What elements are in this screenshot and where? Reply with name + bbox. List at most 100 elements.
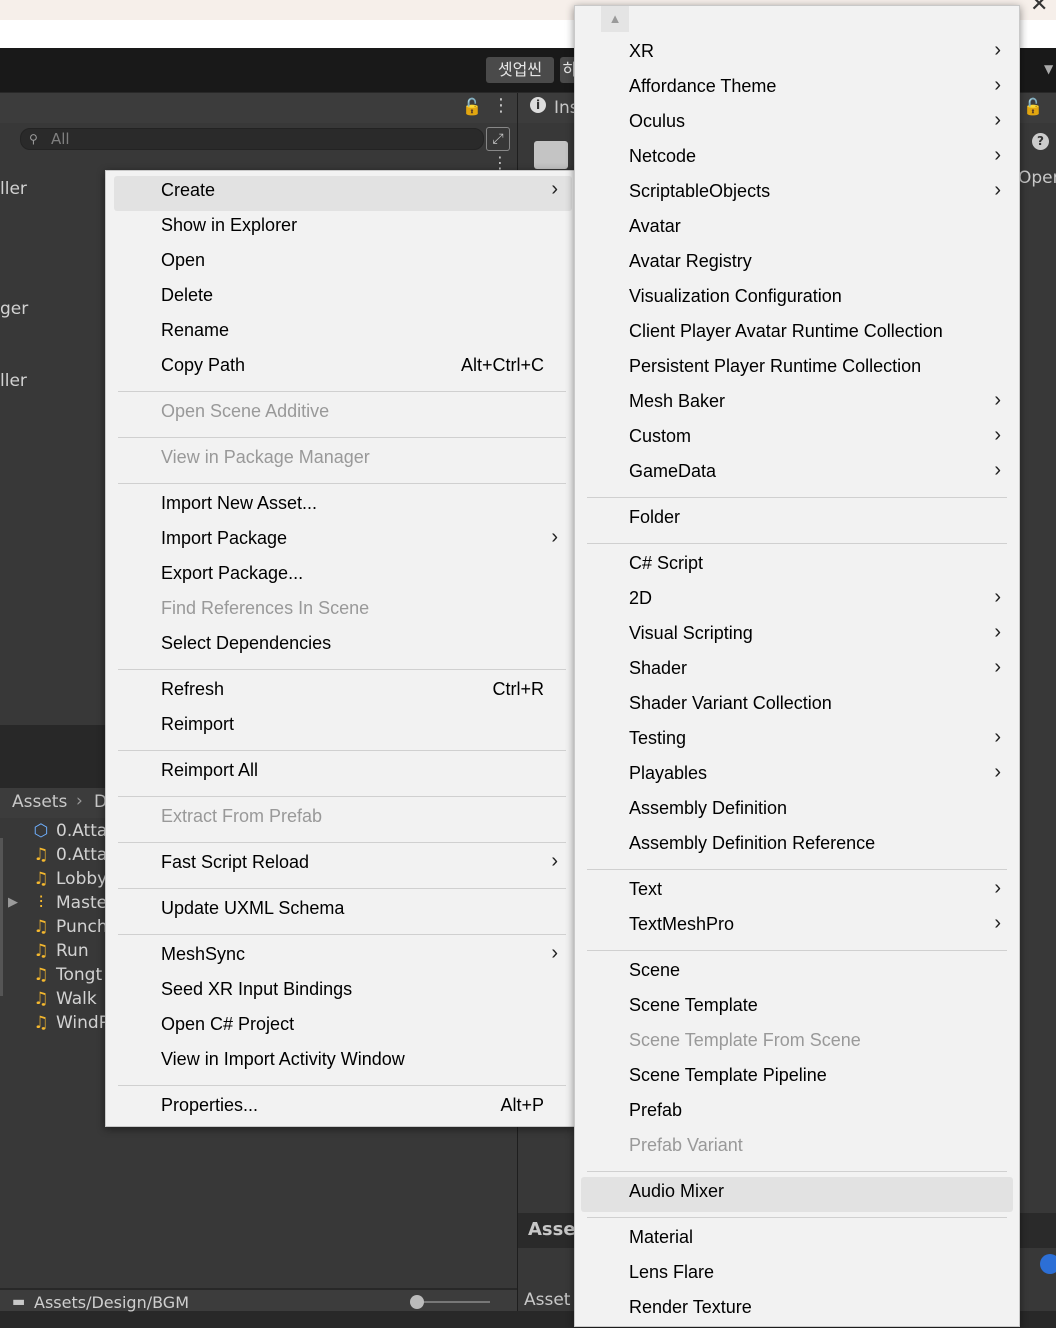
scroll-up-arrow-icon[interactable]: ▲ [601, 6, 629, 32]
menu-item-audio-mixer[interactable]: Audio Mixer [575, 1177, 1019, 1212]
chevron-right-icon: › [551, 850, 558, 872]
menu-item-open[interactable]: Open [106, 246, 574, 281]
hierarchy-item[interactable]: ger [0, 299, 28, 319]
search-input[interactable]: ⚲ All [20, 128, 484, 150]
menu-item-import-new-asset[interactable]: Import New Asset... [106, 489, 574, 524]
menu-item-material[interactable]: Material [575, 1223, 1019, 1258]
asset-item[interactable]: ⬡ 0.Atta [30, 819, 108, 843]
menu-item-folder[interactable]: Folder [575, 503, 1019, 538]
menu-item-c-script[interactable]: C# Script [575, 549, 1019, 584]
menu-item-export-package[interactable]: Export Package... [106, 559, 574, 594]
menu-item-label: Persistent Player Runtime Collection [629, 356, 922, 376]
lock-icon[interactable]: 🔓 [462, 97, 482, 116]
hierarchy-item[interactable]: ller [0, 179, 27, 199]
menu-item-persistent-player-runtime-collection[interactable]: Persistent Player Runtime Collection [575, 352, 1019, 387]
menu-item-scene-template-from-scene[interactable]: Scene Template From Scene [575, 1026, 1019, 1061]
menu-item-label: Copy Path [161, 355, 246, 375]
menu-item-lens-flare[interactable]: Lens Flare [575, 1258, 1019, 1293]
menu-item-scene[interactable]: Scene [575, 956, 1019, 991]
asset-item[interactable]: ♫ WindP [30, 1011, 109, 1035]
menu-item-visual-scripting[interactable]: Visual Scripting › [575, 619, 1019, 654]
toolbar-button-setup-scene[interactable]: 셋업씬 [486, 57, 554, 83]
asset-name: 0.Atta [56, 845, 108, 865]
menu-item-reimport-all[interactable]: Reimport All [106, 756, 574, 791]
menu-item-avatar-registry[interactable]: Avatar Registry [575, 247, 1019, 282]
menu-item-create[interactable]: Create › [106, 176, 574, 211]
asset-item[interactable]: ♫ Punch [30, 915, 107, 939]
menu-item-prefab[interactable]: Prefab [575, 1096, 1019, 1131]
asset-item[interactable]: ♫ Walk [30, 987, 96, 1011]
menu-item-view-in-import-activity-window[interactable]: View in Import Activity Window [106, 1045, 574, 1080]
menu-item-client-player-avatar-runtime-collection[interactable]: Client Player Avatar Runtime Collection [575, 317, 1019, 352]
menu-item-open-c-project[interactable]: Open C# Project [106, 1010, 574, 1045]
expand-arrow-icon[interactable]: ▶ [8, 895, 18, 910]
menu-item-oculus[interactable]: Oculus › [575, 107, 1019, 142]
close-icon[interactable]: ✕ [1030, 0, 1048, 17]
menu-item-label: Avatar [629, 216, 681, 236]
menu-item-mesh-baker[interactable]: Mesh Baker › [575, 387, 1019, 422]
lock-icon[interactable]: 🔓 [1023, 97, 1043, 116]
menu-item-custom[interactable]: Custom › [575, 422, 1019, 457]
menu-item-extract-from-prefab[interactable]: Extract From Prefab [106, 802, 574, 837]
menu-item-testing[interactable]: Testing › [575, 724, 1019, 759]
asset-item[interactable]: ♫ Tongt [30, 963, 102, 987]
menu-item-textmeshpro[interactable]: TextMeshPro › [575, 910, 1019, 945]
menu-item-assembly-definition[interactable]: Assembly Definition [575, 794, 1019, 829]
menu-item-avatar[interactable]: Avatar [575, 212, 1019, 247]
menu-item-shader[interactable]: Shader › [575, 654, 1019, 689]
help-icon[interactable]: ? [1032, 133, 1049, 150]
menu-item-2d[interactable]: 2D › [575, 584, 1019, 619]
menu-item-scene-template[interactable]: Scene Template [575, 991, 1019, 1026]
toolbar-dropdown-arrow-icon[interactable]: ▼ [1044, 62, 1053, 76]
menu-item-meshsync[interactable]: MeshSync › [106, 940, 574, 975]
menu-item-affordance-theme[interactable]: Affordance Theme › [575, 72, 1019, 107]
menu-item-scriptableobjects[interactable]: ScriptableObjects › [575, 177, 1019, 212]
menu-item-label: Reimport [161, 714, 235, 734]
breadcrumb-root[interactable]: Assets [12, 792, 67, 812]
menu-item-find-references-in-scene[interactable]: Find References In Scene [106, 594, 574, 629]
menu-item-seed-xr-input-bindings[interactable]: Seed XR Input Bindings [106, 975, 574, 1010]
asset-item[interactable]: ⫶ Maste [30, 891, 107, 915]
menu-item-reimport[interactable]: Reimport [106, 710, 574, 745]
menu-item-label: Open Scene Additive [161, 401, 330, 421]
open-button[interactable]: Oper [1018, 168, 1056, 188]
menu-item-netcode[interactable]: Netcode › [575, 142, 1019, 177]
asset-item[interactable]: ♫ 0.Atta [30, 843, 107, 867]
menu-item-text[interactable]: Text › [575, 875, 1019, 910]
menu-item-properties[interactable]: Properties... Alt+P [106, 1091, 574, 1126]
asset-name: WindP [56, 1013, 109, 1033]
menu-item-import-package[interactable]: Import Package › [106, 524, 574, 559]
asset-item[interactable]: ♫ Run [30, 939, 88, 963]
menu-item-shader-variant-collection[interactable]: Shader Variant Collection [575, 689, 1019, 724]
zoom-slider-thumb[interactable] [410, 1295, 424, 1309]
menu-item-update-uxml-schema[interactable]: Update UXML Schema [106, 894, 574, 929]
menu-item-delete[interactable]: Delete [106, 281, 574, 316]
menu-item-xr[interactable]: XR › [575, 37, 1019, 72]
path-bar: ▬ Assets/Design/BGM [0, 1290, 517, 1312]
menu-item-select-dependencies[interactable]: Select Dependencies [106, 629, 574, 664]
menu-item-scene-template-pipeline[interactable]: Scene Template Pipeline [575, 1061, 1019, 1096]
menu-item-rename[interactable]: Rename [106, 316, 574, 351]
menu-item-playables[interactable]: Playables › [575, 759, 1019, 794]
menu-item-visualization-configuration[interactable]: Visualization Configuration [575, 282, 1019, 317]
menu-item-label: Delete [161, 285, 214, 305]
menu-item-fast-script-reload[interactable]: Fast Script Reload › [106, 848, 574, 883]
menu-item-copy-path[interactable]: Copy Path Alt+Ctrl+C [106, 351, 574, 386]
menu-separator [587, 950, 1007, 951]
menu-item-label: Open C# Project [161, 1014, 295, 1034]
menu-item-view-in-package-manager[interactable]: View in Package Manager [106, 443, 574, 478]
menu-item-show-in-explorer[interactable]: Show in Explorer [106, 211, 574, 246]
menu-item-gamedata[interactable]: GameData › [575, 457, 1019, 492]
menu-item-prefab-variant[interactable]: Prefab Variant [575, 1131, 1019, 1166]
menu-item-open-scene-additive[interactable]: Open Scene Additive [106, 397, 574, 432]
audio-icon: ♫ [33, 941, 49, 961]
scrollbar[interactable] [0, 838, 3, 996]
chevron-right-icon: › [994, 179, 1001, 201]
hierarchy-item[interactable]: ller [0, 371, 27, 391]
menu-item-label: Select Dependencies [161, 633, 332, 653]
menu-item-assembly-definition-reference[interactable]: Assembly Definition Reference [575, 829, 1019, 864]
asset-item[interactable]: ♫ Lobby [30, 867, 107, 891]
more-options-icon[interactable]: ⋮ [492, 95, 510, 116]
menu-item-refresh[interactable]: Refresh Ctrl+R [106, 675, 574, 710]
search-by-type-icon[interactable]: ⤢ [486, 127, 510, 151]
